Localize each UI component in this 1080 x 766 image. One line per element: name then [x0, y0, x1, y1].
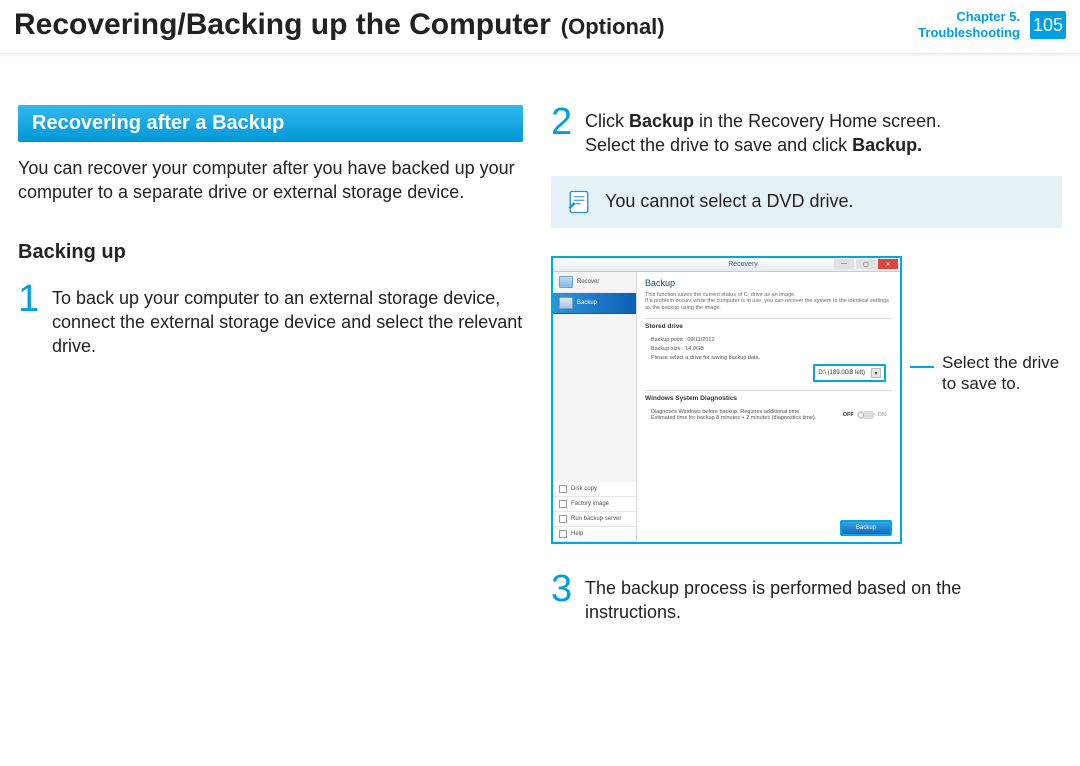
- select-drive-prompt: Please select a drive for saving backup …: [651, 355, 886, 361]
- screenshot-with-annotation: Recovery — ▢ ✕ Recover: [551, 256, 1062, 544]
- backup-point-line: Backup point : 09/11/2012: [651, 337, 886, 343]
- disk-copy-icon: [559, 485, 567, 493]
- step-number: 1: [18, 282, 42, 359]
- label: Factory image: [571, 501, 609, 507]
- step-number: 2: [551, 105, 575, 158]
- diagnostics-title: Windows System Diagnostics: [645, 390, 892, 405]
- label: Run backup server: [571, 516, 621, 522]
- window-minimize-button[interactable]: —: [834, 259, 854, 269]
- chapter-block: Chapter 5. Troubleshooting 105: [918, 9, 1066, 40]
- note-callout: You cannot select a DVD drive.: [551, 176, 1062, 228]
- t: Click: [585, 111, 629, 131]
- t: Select the drive to save and click: [585, 135, 852, 155]
- diagnostics-text: Diagnoses Windows before backup. Require…: [651, 409, 816, 421]
- step-2: 2 Click Backup in the Recovery Home scre…: [551, 105, 1062, 158]
- chevron-down-icon: ▾: [871, 368, 881, 378]
- step-body: Click Backup in the Recovery Home screen…: [585, 105, 941, 158]
- step-3: 3 The backup process is performed based …: [551, 572, 1062, 625]
- app-main-panel: Backup This function saves the current s…: [637, 272, 900, 542]
- window-titlebar: Recovery — ▢ ✕: [553, 258, 900, 272]
- annotation-text: Select the drive to save to.: [942, 352, 1062, 395]
- stored-drive-title: Stored drive: [645, 318, 892, 333]
- recover-icon: [559, 276, 573, 288]
- label: Recover: [577, 279, 599, 285]
- section-heading-bar: Recovering after a Backup: [18, 105, 523, 142]
- panel-description: This function saves the current status o…: [645, 292, 892, 313]
- backup-size-line: Backup size : 14.0GB: [651, 346, 886, 352]
- annotation-connector: [910, 366, 934, 368]
- toggle-track: [857, 411, 875, 419]
- drive-select-value: D:\ (189.0GB left): [818, 370, 865, 376]
- chapter-line1: Chapter 5.: [918, 9, 1020, 25]
- page-number-badge: 105: [1030, 11, 1066, 39]
- chapter-line2: Troubleshooting: [918, 25, 1020, 41]
- drive-select-dropdown[interactable]: D:\ (189.0GB left) ▾: [813, 364, 886, 382]
- app-sidebar: Recover Backup Disk copy Factory image R…: [553, 272, 637, 542]
- sidebar-item-run-backup-server[interactable]: Run backup server: [553, 512, 636, 527]
- t-bold: Backup: [629, 111, 694, 131]
- run-server-icon: [559, 515, 567, 523]
- diagnostics-toggle[interactable]: OFF ON: [843, 411, 886, 419]
- window-controls: — ▢ ✕: [834, 259, 898, 269]
- sidebar-item-recover[interactable]: Recover: [553, 272, 636, 293]
- content-area: Recovering after a Backup You can recove…: [0, 57, 1080, 642]
- toggle-off-label: OFF: [843, 412, 854, 418]
- toggle-on-label: ON: [878, 412, 886, 418]
- sidebar-item-factory-image[interactable]: Factory image: [553, 497, 636, 512]
- label: Backup: [577, 300, 597, 306]
- step-1: 1 To back up your computer to an externa…: [18, 282, 523, 359]
- backup-button[interactable]: Backup: [840, 520, 892, 536]
- window-close-button[interactable]: ✕: [878, 259, 898, 269]
- sidebar-item-disk-copy[interactable]: Disk copy: [553, 482, 636, 497]
- drive-select-row: D:\ (189.0GB left) ▾: [651, 364, 886, 382]
- left-column: Recovering after a Backup You can recove…: [18, 105, 523, 642]
- diagnostics-panel: Diagnoses Windows before backup. Require…: [645, 405, 892, 425]
- page-title: Recovering/Backing up the Computer (Opti…: [14, 8, 665, 42]
- t-bold: Backup.: [852, 135, 922, 155]
- step2-line2: Select the drive to save and click Backu…: [585, 133, 941, 157]
- page-header: Recovering/Backing up the Computer (Opti…: [0, 0, 1080, 53]
- intro-paragraph: You can recover your computer after you …: [18, 156, 523, 205]
- right-column: 2 Click Backup in the Recovery Home scre…: [551, 105, 1062, 642]
- sidebar-item-backup[interactable]: Backup: [553, 293, 636, 314]
- toggle-knob: [858, 412, 864, 418]
- callout-text: You cannot select a DVD drive.: [605, 191, 853, 212]
- chapter-text: Chapter 5. Troubleshooting: [918, 9, 1020, 40]
- step-body: To back up your computer to an external …: [52, 282, 523, 359]
- sidebar-bottom: Disk copy Factory image Run backup serve…: [553, 482, 636, 542]
- sub-heading: Backing up: [18, 241, 523, 264]
- note-icon: [565, 188, 593, 216]
- step2-line1: Click Backup in the Recovery Home screen…: [585, 109, 941, 133]
- title-main-text: Recovering/Backing up the Computer: [14, 8, 551, 42]
- stored-drive-panel: Backup point : 09/11/2012 Backup size : …: [645, 333, 892, 390]
- panel-heading: Backup: [645, 278, 892, 288]
- t: in the Recovery Home screen.: [694, 111, 941, 131]
- app-body: Recover Backup Disk copy Factory image R…: [553, 272, 900, 542]
- backup-icon: [559, 297, 573, 309]
- factory-image-icon: [559, 500, 567, 508]
- window-maximize-button[interactable]: ▢: [856, 259, 876, 269]
- label: Help: [571, 531, 583, 537]
- title-optional-text: (Optional): [561, 14, 665, 40]
- recovery-app-window: Recovery — ▢ ✕ Recover: [551, 256, 902, 544]
- step-body: The backup process is performed based on…: [585, 572, 1062, 625]
- help-icon: [559, 530, 567, 538]
- label: Disk copy: [571, 486, 597, 492]
- sidebar-item-help[interactable]: Help: [553, 527, 636, 542]
- step-number: 3: [551, 572, 575, 625]
